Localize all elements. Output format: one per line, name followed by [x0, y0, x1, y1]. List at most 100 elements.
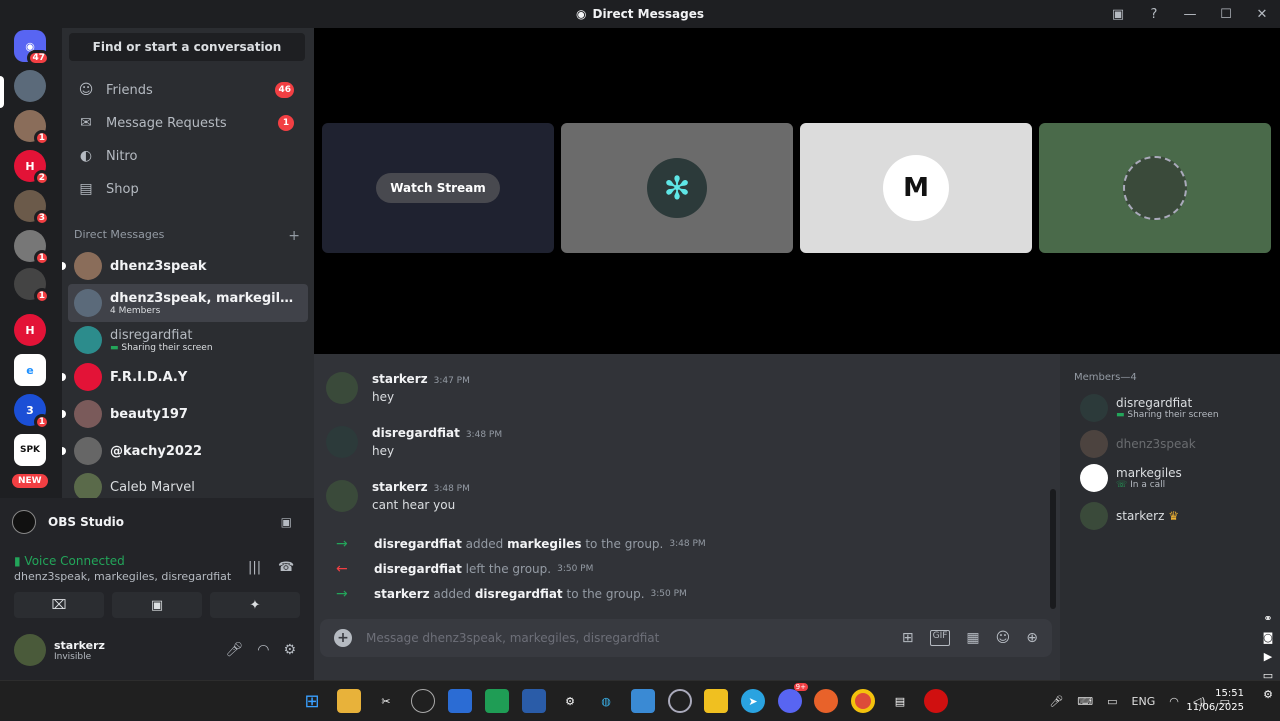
attach-plus-icon[interactable]: + [334, 629, 352, 647]
nav-shop[interactable]: ▤ Shop [70, 173, 306, 205]
participant-tile-disregardfiat[interactable]: ✻ [561, 123, 793, 253]
close-button[interactable]: ✕ [1244, 7, 1280, 22]
keyboard-icon[interactable]: ⌨ [1077, 695, 1093, 708]
store-icon[interactable]: ▤ [888, 689, 912, 713]
server-dm-1[interactable]: 1 [14, 110, 50, 146]
obs-taskbar-icon[interactable] [411, 689, 435, 713]
server-dm-4[interactable]: 1 [14, 230, 50, 266]
video-icon[interactable]: ▶ [1264, 650, 1272, 663]
settings-icon[interactable]: ⚙ [558, 689, 582, 713]
message-author[interactable]: starkerz [372, 372, 428, 386]
message-composer[interactable]: + Message dhenz3speak, markegiles, disre… [320, 619, 1052, 657]
join-arrow-icon: → [336, 536, 348, 552]
member-item[interactable]: disregardfiat ▬ Sharing their screen [1080, 394, 1219, 422]
participant-tile-starkerz[interactable] [1039, 123, 1271, 253]
join-arrow-icon: → [336, 586, 348, 602]
system-actor[interactable]: disregardfiat [374, 562, 462, 576]
nav-friends[interactable]: ☺ Friends 46 [70, 74, 306, 106]
server-ecency[interactable]: e [14, 354, 46, 386]
search-button[interactable]: Find or start a conversation [69, 33, 305, 61]
notepad-icon[interactable] [631, 689, 655, 713]
link-icon[interactable]: ⚭ [1263, 612, 1272, 625]
discord-taskbar-icon[interactable]: 9+ [778, 683, 808, 713]
maximize-button[interactable]: ☐ [1208, 7, 1244, 22]
chat-scrollbar[interactable] [1050, 489, 1056, 609]
nav-nitro[interactable]: ◐ Nitro [70, 140, 306, 172]
member-subtitle: In a call [1130, 480, 1166, 490]
dm-name: dhenz3speak, markegiles, disr... [110, 290, 300, 306]
member-item[interactable]: dhenz3speak [1080, 430, 1196, 458]
wifi-icon[interactable]: ◠ [1169, 695, 1179, 708]
dm-item[interactable]: beauty197 [62, 395, 308, 433]
browser-globe-icon[interactable]: ◍ [594, 689, 618, 713]
stream-settings-icon[interactable]: ▣ [281, 515, 292, 529]
help-icon[interactable]: ? [1136, 7, 1172, 22]
system-message: → starkerz added disregardfiat to the gr… [336, 586, 687, 602]
create-dm-button[interactable]: + [288, 228, 300, 244]
gear-icon[interactable]: ⚙ [1263, 688, 1273, 701]
noise-suppression-icon[interactable]: ||| [248, 560, 261, 575]
gift-icon[interactable]: ⊞ [902, 630, 914, 646]
calculator-icon[interactable] [522, 689, 546, 713]
window-icon[interactable]: ▭ [1263, 669, 1273, 682]
system-actor[interactable]: disregardfiat [374, 537, 462, 551]
disconnect-icon[interactable]: ☎ [278, 560, 294, 575]
language-indicator[interactable]: ENG [1132, 695, 1156, 708]
dm-item[interactable]: @kachy2022 [62, 432, 308, 470]
sticker-icon[interactable]: ▦ [966, 630, 979, 646]
firefox-icon[interactable] [814, 689, 838, 713]
server-hive-2[interactable]: H [14, 314, 46, 346]
settings-gear-icon[interactable]: ⚙ [283, 642, 296, 658]
chart-app-icon[interactable] [704, 689, 728, 713]
dm-item[interactable]: disregardfiat ▬ Sharing their screen [68, 321, 308, 359]
nav-message-requests[interactable]: ✉ Message Requests 1 [70, 107, 306, 139]
voice-status[interactable]: ▮ Voice Connected [14, 554, 125, 568]
server-3speak[interactable]: 31 [14, 394, 50, 430]
server-spk[interactable]: SPK [14, 434, 46, 466]
message-author[interactable]: disregardfiat [372, 426, 460, 440]
record-icon[interactable] [924, 689, 948, 713]
server-hive[interactable]: H2 [14, 150, 50, 186]
inbox-icon[interactable]: ▣ [1100, 7, 1136, 22]
composer-placeholder[interactable]: Message dhenz3speak, markegiles, disrega… [366, 631, 659, 645]
activities-button[interactable]: ✦ [210, 592, 300, 618]
camera-off-button[interactable]: ⌧ [14, 592, 104, 618]
minimize-button[interactable]: — [1172, 7, 1208, 22]
dm-item[interactable]: dhenz3speak [62, 247, 308, 285]
system-target[interactable]: markegiles [507, 537, 581, 551]
server-group-dm[interactable] [14, 70, 46, 102]
member-item[interactable]: starkerz ♛ [1080, 502, 1179, 530]
microphone-icon[interactable]: 🎤︎ [225, 642, 243, 658]
activities-icon[interactable]: ⊕ [1026, 630, 1038, 646]
stream-tile[interactable]: Watch Stream [322, 123, 554, 253]
headphones-icon[interactable]: ◠ [257, 642, 269, 658]
server-dm-5[interactable]: 1 [14, 268, 50, 304]
participant-tile-markegiles[interactable]: M [800, 123, 1032, 253]
telegram-icon[interactable]: ➤ [741, 689, 765, 713]
word-icon[interactable] [448, 689, 472, 713]
discord-icon: ◉ [576, 7, 587, 21]
system-actor[interactable]: starkerz [374, 587, 430, 601]
emoji-icon[interactable]: ☺ [996, 630, 1011, 646]
clock[interactable]: 15:51 11/06/2025 [1186, 687, 1244, 715]
current-user[interactable]: starkerz Invisible [14, 634, 105, 666]
system-target[interactable]: disregardfiat [475, 587, 563, 601]
share-screen-button[interactable]: ▣ [112, 592, 202, 618]
file-explorer-icon[interactable] [337, 689, 361, 713]
chrome-icon[interactable] [851, 689, 875, 713]
dm-item[interactable]: F.R.I.D.A.Y [62, 358, 308, 396]
watch-stream-button[interactable]: Watch Stream [376, 173, 500, 203]
gif-icon[interactable]: GIF [929, 630, 951, 646]
vpn-icon[interactable] [668, 689, 692, 713]
windows-start-icon[interactable]: ⊞ [300, 689, 324, 713]
microphone-tray-icon[interactable]: 🎤︎ [1049, 695, 1063, 708]
snipping-tool-icon[interactable]: ✂ [374, 689, 398, 713]
message-author[interactable]: starkerz [372, 480, 428, 494]
member-item[interactable]: markegiles ☏ In a call [1080, 464, 1182, 492]
server-dm-3[interactable]: 3 [14, 190, 50, 226]
tray-window-icon[interactable]: ▭ [1107, 695, 1117, 708]
server-discord-home[interactable]: ◉ 47 [14, 30, 50, 66]
sheets-icon[interactable] [485, 689, 509, 713]
camera-icon[interactable]: ◙ [1263, 631, 1274, 644]
dm-item-selected[interactable]: dhenz3speak, markegiles, disr... 4 Membe… [68, 284, 308, 322]
